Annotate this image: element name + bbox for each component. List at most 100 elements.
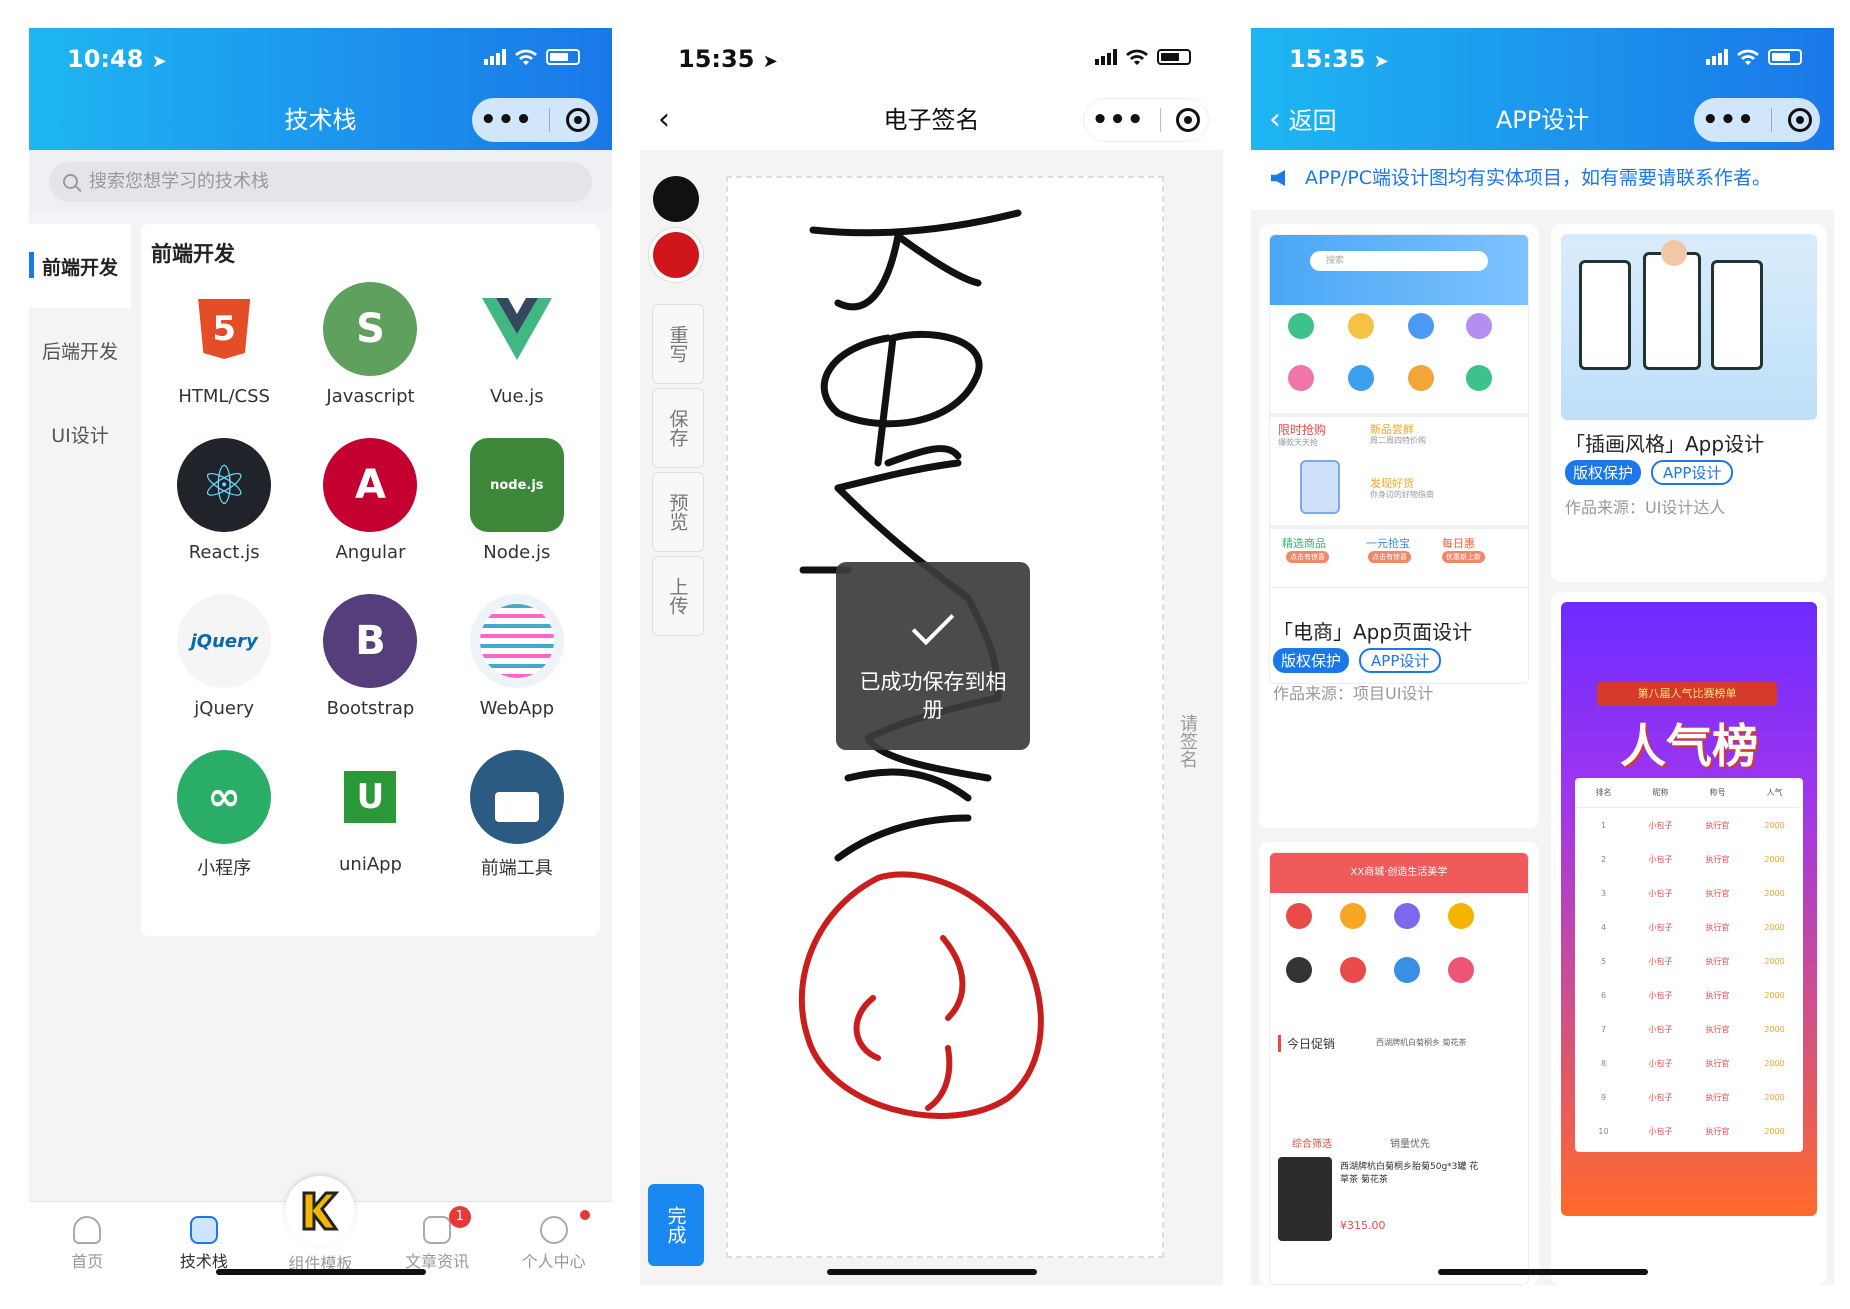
tech-item[interactable]: Vue.js — [444, 282, 590, 424]
ranking-cell: 2000 — [1764, 1058, 1785, 1068]
close-miniprogram-icon[interactable] — [1787, 108, 1812, 132]
design-card-illustration[interactable]: 「插画风格」App设计 版权保护 APP设计 作品来源：UI设计达人 — [1551, 224, 1827, 582]
tech-item[interactable]: UuniApp — [297, 750, 443, 892]
tech-item[interactable]: ∞ 小程序 — [151, 750, 297, 892]
tech-item[interactable]: 5 HTML/CSS — [151, 282, 297, 424]
illustration-preview — [1561, 234, 1817, 420]
design-card-shop[interactable]: XX商城·创造生活美学 今日促销 西湖牌机白菊桐乡 菊花茶 综合筛选 销量优先 … — [1259, 842, 1539, 1285]
ranking-cell: 2000 — [1764, 990, 1785, 1000]
design-card-ranking[interactable]: 第八届人气比赛榜单 人气榜 排名 昵称 称号 人气 1 小包子 执行官 2000 2 小包子 执行官… — [1551, 592, 1827, 1285]
ranking-cell: 执行官 — [1705, 888, 1730, 898]
back-icon[interactable]: ‹ — [658, 92, 670, 148]
status-time: 10:48 — [67, 45, 144, 73]
card-title: 「电商」App页面设计 — [1273, 620, 1473, 644]
copyright-tag: 版权保护 — [1565, 460, 1642, 485]
more-icon[interactable]: ••• — [1092, 107, 1145, 133]
category-ui[interactable]: UI设计 — [29, 392, 131, 476]
category-menu: 前端开发 后端开发 UI设计 — [29, 224, 131, 1201]
tech-grid: 5 HTML/CSS S Javascript Vue.js ⚛ React.js A Angu… — [151, 282, 590, 892]
back-button[interactable]: ‹ 返回 — [1269, 92, 1337, 149]
product-image — [1278, 1157, 1332, 1241]
ranking-cell: 执行官 — [1705, 1024, 1730, 1034]
card-title: 「插画风格」App设计 — [1565, 432, 1765, 456]
tech-label: Vue.js — [489, 386, 544, 407]
tab-profile[interactable]: 个人中心 — [495, 1202, 612, 1285]
category-tag: APP设计 — [1651, 460, 1734, 485]
color-black-button[interactable] — [653, 176, 699, 222]
toast-text: 已成功保存到相册 — [859, 670, 1007, 722]
ranking-cell: 2000 — [1764, 956, 1785, 966]
upload-button[interactable]: 上传 — [652, 556, 704, 636]
ranking-cell: 小包子 — [1648, 888, 1673, 898]
mini-program-capsule: ••• — [1694, 98, 1820, 142]
ranking-cell: 执行官 — [1705, 990, 1730, 1000]
tech-item[interactable]: S Javascript — [297, 282, 443, 424]
ranking-row: 5 小包子 执行官 2000 — [1575, 944, 1803, 978]
ranking-header-row: 排名 昵称 称号 人气 — [1575, 778, 1803, 808]
checkmark-icon — [911, 602, 955, 646]
tech-label: WebApp — [479, 698, 555, 719]
ranking-banner: 第八届人气比赛榜单 — [1597, 682, 1777, 706]
ranking-header-cell: 称号 — [1709, 788, 1726, 797]
tech-item[interactable]: node.js Node.js — [444, 438, 590, 580]
ranking-row: 3 小包子 执行官 2000 — [1575, 876, 1803, 910]
tech-item[interactable]: 前端工具 — [444, 750, 590, 892]
header-bar: 15:35 ➤ ‹ 电子签名 ••• — [640, 28, 1223, 150]
copyright-tag: 版权保护 — [1273, 648, 1350, 673]
category-icon — [1348, 313, 1374, 339]
ranking-cell: 执行官 — [1705, 922, 1730, 932]
ranking-row: 9 小包子 执行官 2000 — [1575, 1080, 1803, 1114]
preview-button[interactable]: 预览 — [652, 472, 704, 552]
battery-icon — [1157, 49, 1191, 65]
category-backend[interactable]: 后端开发 — [29, 308, 131, 392]
vue-icon — [469, 282, 564, 376]
ranking-cell: 执行官 — [1705, 820, 1730, 830]
home-indicator — [1437, 1269, 1648, 1275]
speaker-icon — [1271, 170, 1285, 186]
tech-item[interactable]: A Angular — [297, 438, 443, 580]
ranking-row: 2 小包子 执行官 2000 — [1575, 842, 1803, 876]
ranking-cell: 2000 — [1764, 820, 1785, 830]
wifi-icon — [1737, 49, 1759, 65]
shop-header: XX商城·创造生活美学 — [1270, 853, 1528, 893]
page-title: APP设计 — [1495, 106, 1590, 134]
color-red-button[interactable] — [653, 232, 699, 278]
tech-item[interactable]: ⚛ React.js — [151, 438, 297, 580]
save-button[interactable]: 保存 — [652, 388, 704, 468]
category-frontend[interactable]: 前端开发 — [29, 224, 131, 308]
status-time: 15:35 — [1289, 45, 1366, 73]
tech-item[interactable]: jQuery jQuery — [151, 594, 297, 736]
sign-hint: 请签名 — [1177, 714, 1198, 768]
more-icon[interactable]: ••• — [480, 107, 533, 133]
category-icon — [1408, 313, 1434, 339]
category-icon — [1288, 365, 1314, 391]
article-icon — [423, 1216, 452, 1244]
miniprogram-icon: ∞ — [177, 750, 272, 844]
ranking-cell: 执行官 — [1705, 956, 1730, 966]
user-icon — [539, 1216, 568, 1244]
wifi-icon — [1126, 49, 1148, 65]
ranking-header-cell: 昵称 — [1652, 788, 1669, 797]
design-card-ecommerce[interactable]: 搜索 限时抢购 爆款天天抢 新品尝鲜 周二周四特价购 发现好货 你身边的好物指南… — [1259, 224, 1539, 828]
card-source: 作品来源：项目UI设计 — [1273, 684, 1434, 703]
more-icon[interactable]: ••• — [1702, 107, 1755, 133]
ranking-cell: 小包子 — [1648, 1058, 1673, 1068]
status-time: 15:35 — [678, 45, 755, 73]
tech-item[interactable]: B Bootstrap — [297, 594, 443, 736]
home-indicator — [826, 1269, 1037, 1275]
close-miniprogram-icon[interactable] — [1176, 108, 1201, 132]
status-bar: 10:48 ➤ — [29, 28, 612, 88]
ranking-cell: 2 — [1600, 854, 1607, 864]
html5-icon: 5 — [177, 282, 272, 376]
search-input[interactable]: 搜索您想学习的技术栈 — [49, 162, 592, 202]
ranking-table: 排名 昵称 称号 人气 1 小包子 执行官 2000 2 小包子 执行官 2000 3 小包子 执行官 200… — [1575, 778, 1803, 1152]
tech-item[interactable]: WebApp — [444, 594, 590, 736]
rewrite-button[interactable]: 重写 — [652, 304, 704, 384]
nodejs-icon: node.js — [469, 438, 564, 532]
ranking-cell: 小包子 — [1648, 1092, 1673, 1102]
close-miniprogram-icon[interactable] — [565, 108, 590, 132]
ranking-cell: 2000 — [1764, 1024, 1785, 1034]
tab-home[interactable]: 首页 — [29, 1202, 146, 1285]
done-button[interactable]: 完成 — [648, 1184, 704, 1266]
mini-program-capsule: ••• — [1083, 98, 1209, 142]
